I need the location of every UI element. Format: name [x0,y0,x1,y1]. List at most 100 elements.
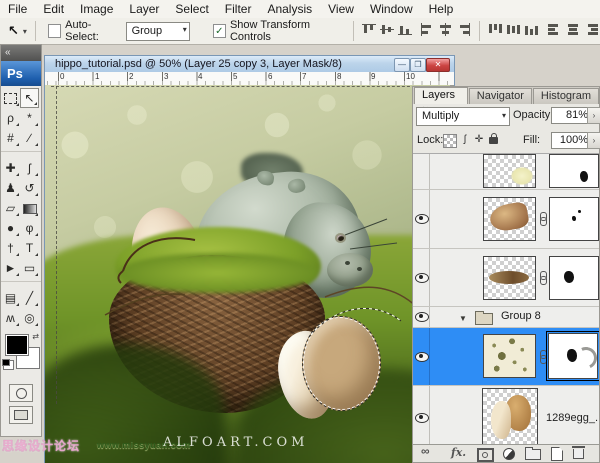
fill-value[interactable]: 100% [551,132,592,149]
lasso-tool[interactable]: ρ [1,108,20,128]
layer-mask-thumbnail[interactable] [549,154,599,188]
distribute-bottom-edges-icon[interactable] [523,23,539,39]
healing-brush-tool[interactable]: ✚ [1,158,20,178]
opacity-value[interactable]: 81% [551,107,592,124]
eyedropper-tool[interactable]: ╱ [20,288,39,308]
align-right-edges-icon[interactable] [456,23,472,39]
magic-wand-tool[interactable]: * [20,108,39,128]
eye-icon[interactable] [415,352,429,362]
layer-row[interactable] [413,190,599,249]
distribute-horizontal-centers-icon[interactable] [565,23,581,39]
gradient-tool[interactable] [20,198,39,218]
layer-row[interactable]: 1289egg_... [413,386,599,449]
move-tool[interactable]: ↖ [20,88,39,108]
document-title-bar[interactable]: hippo_tutorial.psd @ 50% (Layer 25 copy … [45,56,454,72]
path-selection-tool[interactable]: ► [1,258,20,278]
crop-tool[interactable]: # [1,128,20,148]
menu-filter[interactable]: Filter [217,0,260,18]
menu-select[interactable]: Select [167,0,216,18]
new-group-icon[interactable] [525,449,541,460]
align-top-edges-icon[interactable] [361,23,377,39]
menu-window[interactable]: Window [362,0,421,18]
align-left-edges-icon[interactable] [420,23,436,39]
link-layers-icon[interactable]: ∞ [421,444,430,458]
eraser-tool[interactable]: ▱ [1,198,20,218]
align-bottom-edges-icon[interactable] [397,23,413,39]
menu-edit[interactable]: Edit [35,0,72,18]
hand-tool[interactable]: ʍ [1,308,20,328]
tab-histogram[interactable]: Histogram [533,88,599,104]
expand-triangle-icon[interactable]: ▼ [459,314,467,323]
layer-thumbnail[interactable] [483,256,536,300]
layer-mask-thumbnail-selected[interactable] [548,333,598,379]
visibility-cell[interactable] [413,154,430,189]
distribute-vertical-centers-icon[interactable] [505,23,521,39]
lock-position-icon[interactable]: ✛ [473,134,485,146]
clone-stamp-tool[interactable]: ♟ [1,178,20,198]
auto-select-checkbox[interactable] [48,24,61,38]
canvas[interactable]: www.missyuan.com ALFOART.COM [45,85,450,463]
layer-row-selected[interactable] [413,328,599,386]
quick-mask-button[interactable] [9,384,33,402]
group-name[interactable]: Group 8 [501,310,541,322]
tool-preset-arrow-icon[interactable]: ▾ [23,27,27,36]
layer-thumbnail[interactable] [483,334,536,378]
blend-mode-dropdown[interactable]: Multiply ▾ [416,107,510,126]
tab-layers[interactable]: Layers × [414,87,468,104]
eye-icon[interactable] [415,214,429,224]
menu-help[interactable]: Help [421,0,462,18]
layer-thumbnail[interactable] [483,154,536,188]
lock-transparency-icon[interactable] [443,134,457,148]
blur-tool[interactable]: ● [1,218,20,238]
layer-mask-thumbnail[interactable] [549,256,599,300]
lock-all-icon[interactable] [489,137,498,144]
menu-file[interactable]: File [0,0,35,18]
history-brush-tool[interactable]: ↺ [20,178,39,198]
eye-icon[interactable] [415,312,429,322]
menu-view[interactable]: View [320,0,362,18]
align-vertical-centers-icon[interactable] [379,23,395,39]
distribute-left-edges-icon[interactable] [547,23,563,39]
delete-layer-icon[interactable] [573,449,584,459]
layer-group-row[interactable]: ▼ Group 8 [413,307,599,328]
layer-thumbnail[interactable] [482,388,538,446]
maximize-button[interactable]: ❐ [410,58,426,72]
visibility-cell[interactable] [413,386,430,449]
lock-pixels-icon[interactable]: ʃ [459,134,471,146]
default-colors-icon[interactable] [3,360,14,370]
palette-collapse-bar[interactable]: « [1,45,41,61]
eye-icon[interactable] [415,413,429,423]
minimize-button[interactable]: — [394,58,410,72]
zoom-tool[interactable]: ◎ [20,308,39,328]
visibility-cell[interactable] [413,328,430,385]
layer-thumbnail[interactable] [483,197,536,241]
rectangular-marquee-tool[interactable] [1,88,20,108]
slice-tool[interactable]: ∕ [20,128,39,148]
auto-select-mode-dropdown[interactable]: Group ▾ [126,22,190,41]
notes-tool[interactable]: ▤ [1,288,20,308]
eye-icon[interactable] [415,273,429,283]
fill-slider-arrow[interactable]: › [587,132,600,149]
layer-name[interactable]: 1289egg_... [546,412,599,424]
close-button[interactable]: ✕ [426,58,450,72]
dodge-tool[interactable]: φ [20,218,39,238]
menu-layer[interactable]: Layer [121,0,167,18]
visibility-cell[interactable] [413,307,430,327]
adjustment-layer-icon[interactable] [503,448,515,460]
show-transform-checkbox[interactable]: ✓ [213,24,226,38]
tab-navigator[interactable]: Navigator [469,88,532,104]
layer-style-icon[interactable]: fx. [451,446,466,459]
brush-tool[interactable]: ʃ [20,158,39,178]
rectangle-tool[interactable]: ▭ [20,258,39,278]
new-layer-icon[interactable] [551,447,563,461]
visibility-cell[interactable] [413,249,430,306]
layer-row[interactable] [413,154,599,190]
align-horizontal-centers-icon[interactable] [438,23,454,39]
type-tool[interactable]: T [20,238,39,258]
foreground-color-swatch[interactable] [5,334,29,356]
screen-mode-button[interactable] [9,406,33,424]
pen-tool[interactable]: † [1,238,20,258]
visibility-cell[interactable] [413,190,430,248]
layer-mask-thumbnail[interactable] [549,197,599,241]
layer-row[interactable] [413,249,599,307]
